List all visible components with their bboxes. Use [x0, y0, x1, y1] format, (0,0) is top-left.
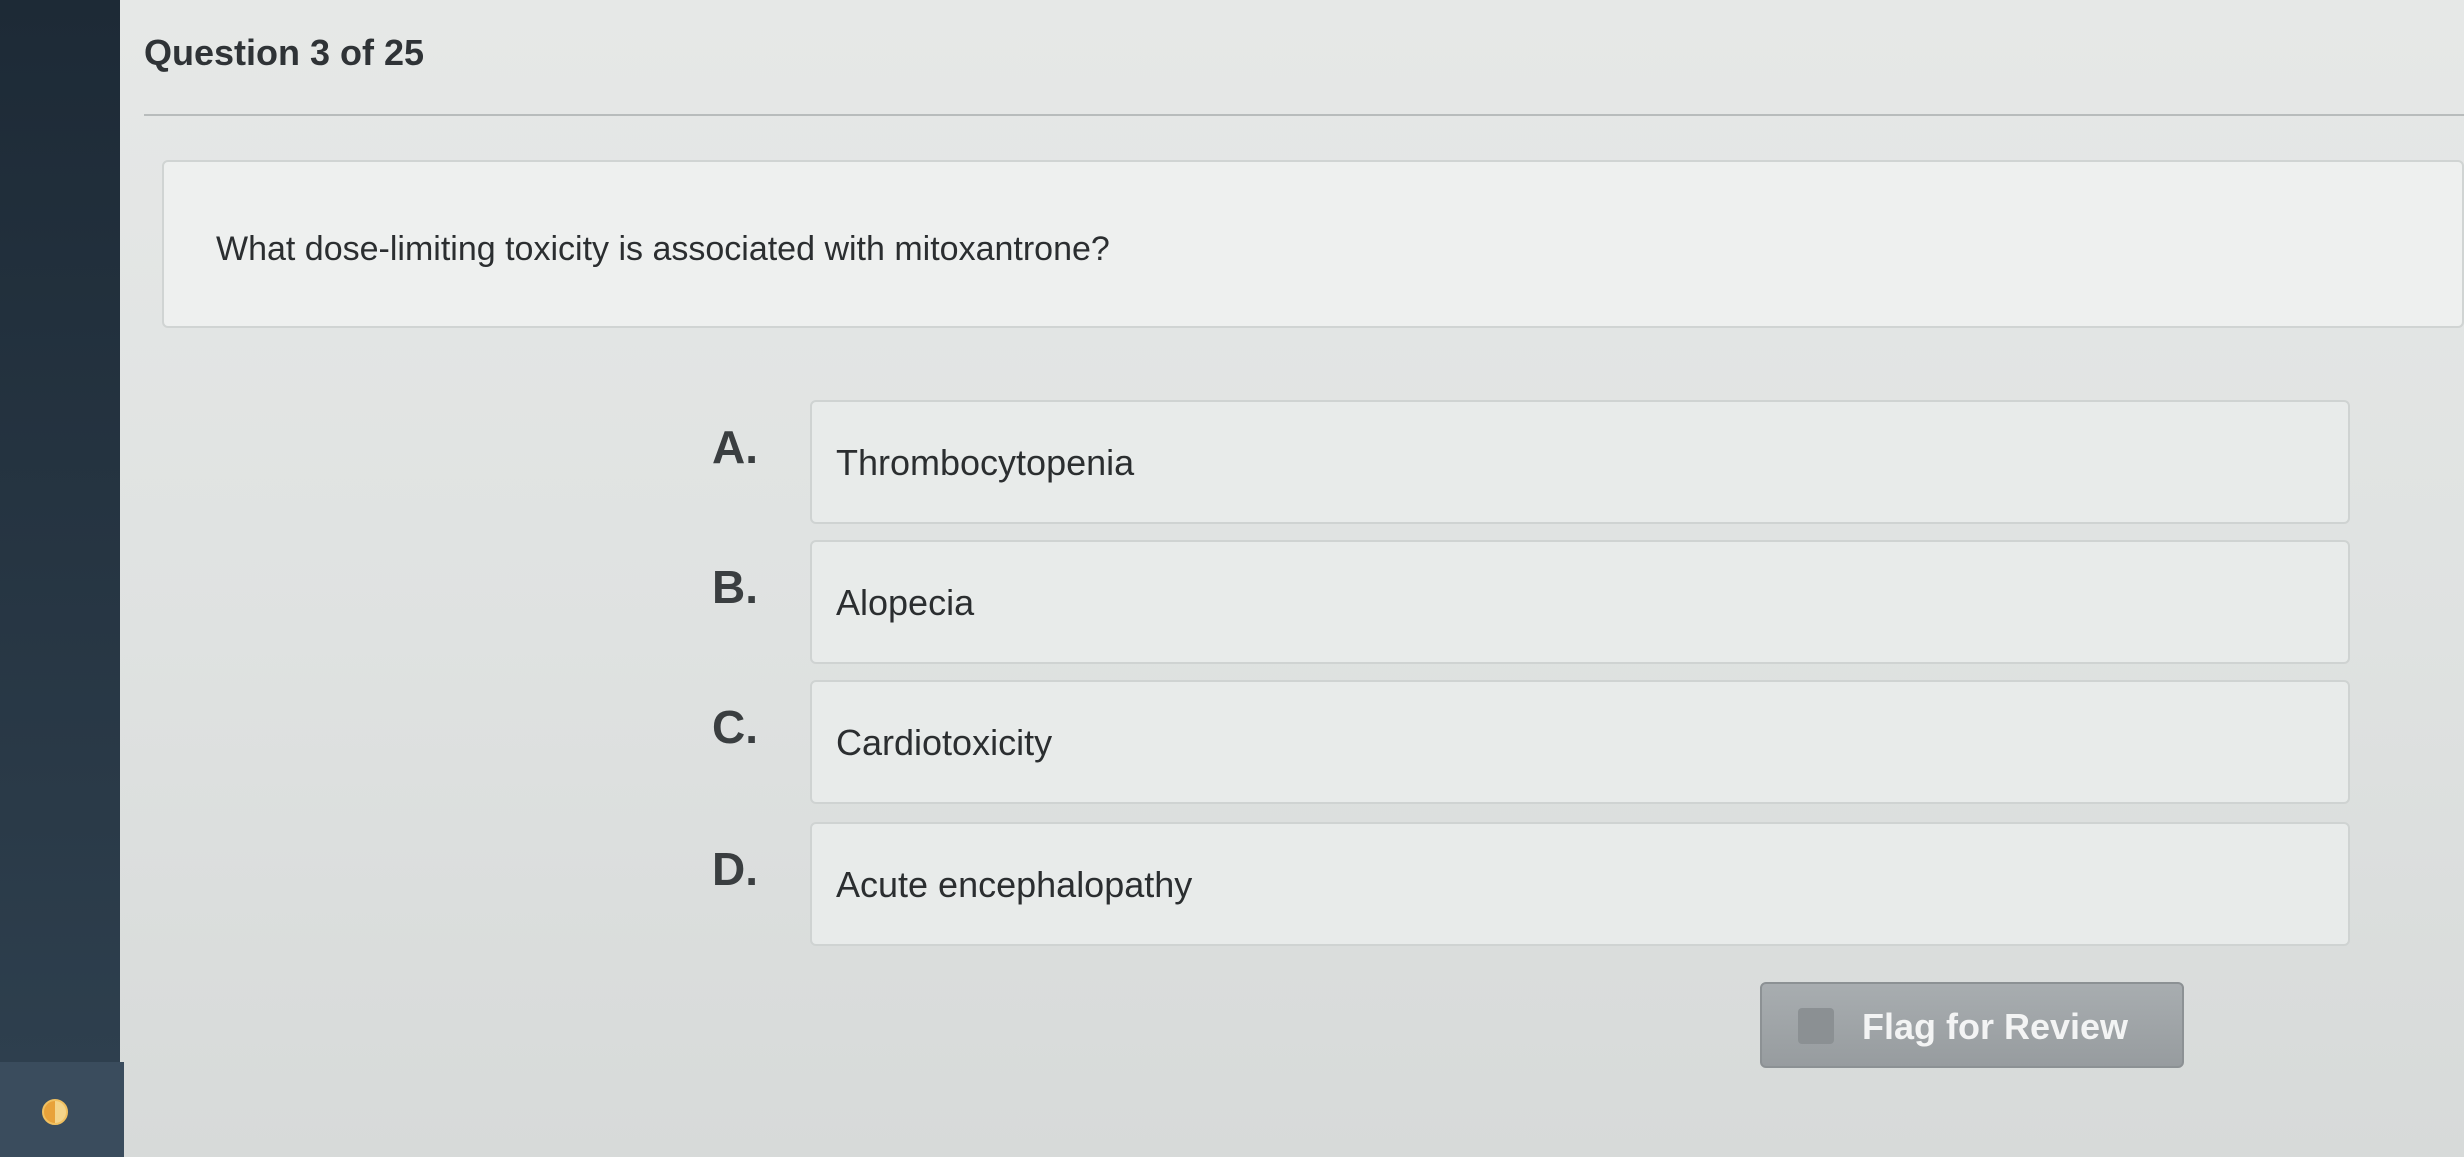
option-letter: A.	[712, 421, 758, 473]
option-letter: D.	[712, 843, 758, 895]
option-letter: B.	[712, 561, 758, 613]
flag-checkbox[interactable]	[1798, 1008, 1834, 1044]
option-box[interactable]: Acute encephalopathy	[810, 822, 2350, 946]
question-stem-box: What dose-limiting toxicity is associate…	[162, 160, 2464, 328]
answer-option-d[interactable]: D. Acute encephalopathy	[590, 822, 2360, 952]
progress-icon[interactable]	[42, 1099, 68, 1125]
sidebar-footer	[0, 1062, 124, 1157]
flag-for-review-button[interactable]: Flag for Review	[1760, 982, 2184, 1068]
option-letter: C.	[712, 701, 758, 753]
sidebar	[0, 0, 124, 1157]
question-counter: Question 3 of 25	[144, 32, 425, 73]
flag-label: Flag for Review	[1862, 1006, 2129, 1047]
option-box[interactable]: Cardiotoxicity	[810, 680, 2350, 804]
option-text: Alopecia	[836, 582, 975, 623]
header-divider	[144, 114, 2464, 116]
answer-option-a[interactable]: A. Thrombocytopenia	[590, 400, 2360, 530]
option-text: Thrombocytopenia	[836, 442, 1135, 483]
question-text: What dose-limiting toxicity is associate…	[216, 230, 1110, 268]
answer-option-b[interactable]: B. Alopecia	[590, 540, 2360, 670]
option-text: Cardiotoxicity	[836, 722, 1053, 763]
option-box[interactable]: Alopecia	[810, 540, 2350, 664]
main-content: Question 3 of 25 What dose-limiting toxi…	[120, 0, 2464, 1157]
option-box[interactable]: Thrombocytopenia	[810, 400, 2350, 524]
answer-option-c[interactable]: C. Cardiotoxicity	[590, 680, 2360, 810]
option-text: Acute encephalopathy	[836, 864, 1193, 905]
